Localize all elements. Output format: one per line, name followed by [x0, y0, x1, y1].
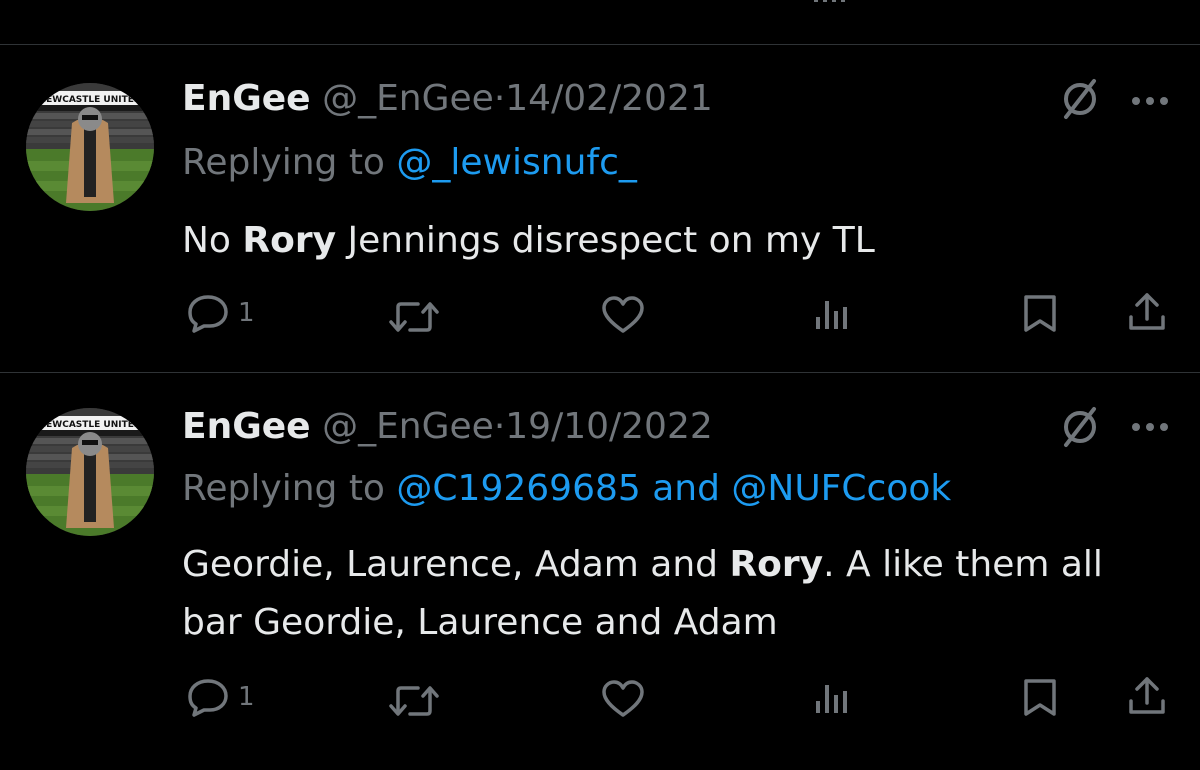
avatar-image: NEWCASTLE UNITED [26, 83, 154, 211]
avatar-image: NEWCASTLE UNITED [26, 408, 154, 536]
tweet-text: No Rory Jennings disrespect on my TL [182, 212, 1172, 270]
views-icon[interactable] [814, 681, 850, 715]
handle[interactable]: @_EnGee [322, 406, 494, 447]
share-icon[interactable] [1126, 291, 1168, 333]
replying-to: Replying to @_lewisnufc_ [182, 141, 637, 185]
tweet-header: EnGee @_EnGee·19/10/2022 [182, 405, 713, 449]
views-icon[interactable] [812, 0, 846, 4]
views-icon[interactable] [814, 297, 850, 331]
separator-dot: · [493, 406, 506, 447]
more-icon[interactable] [1130, 421, 1170, 433]
tweet-header: EnGee @_EnGee·14/02/2021 [182, 77, 713, 121]
reply-icon [188, 295, 228, 333]
retweet-icon[interactable] [388, 683, 440, 719]
reply-count: 1 [238, 682, 255, 712]
more-icon[interactable] [1130, 95, 1170, 107]
replying-to-label: Replying to [182, 142, 397, 183]
timestamp[interactable]: 14/02/2021 [505, 78, 713, 119]
avatar-label: NEWCASTLE UNITED [39, 420, 142, 430]
grok-icon[interactable] [1058, 405, 1102, 449]
tweet-text: Geordie, Laurence, Adam and Rory. A like… [182, 536, 1172, 652]
tweet[interactable]: NEWCASTLE UNITED EnGee @_EnGee·19/10/202… [0, 373, 1200, 770]
avatar[interactable]: NEWCASTLE UNITED [26, 408, 154, 536]
reply-icon [188, 679, 228, 717]
avatar[interactable]: NEWCASTLE UNITED [26, 83, 154, 211]
avatar-label: NEWCASTLE UNITED [39, 95, 142, 105]
reply-button[interactable]: 1 [186, 677, 255, 717]
tweet[interactable]: NEWCASTLE UNITED EnGee @_EnGee·14/02/202… [0, 45, 1200, 372]
timestamp[interactable]: 19/10/2022 [505, 406, 713, 447]
heart-icon[interactable] [600, 295, 646, 335]
replying-to: Replying to @C19269685 and @NUFCcook [182, 467, 951, 511]
tweet-text-highlight: Rory [242, 220, 337, 261]
mention-separator: and [640, 468, 732, 509]
reply-count: 1 [238, 298, 255, 328]
tweet-text-part: Jennings disrespect on my TL [336, 220, 875, 261]
mention-link[interactable]: @_lewisnufc_ [396, 142, 636, 183]
display-name[interactable]: EnGee [182, 78, 311, 119]
display-name[interactable]: EnGee [182, 406, 311, 447]
bookmark-icon[interactable] [1020, 293, 1060, 333]
retweet-icon[interactable] [388, 299, 440, 335]
share-icon[interactable] [1126, 675, 1168, 717]
grok-icon[interactable] [1058, 77, 1102, 121]
replying-to-label: Replying to [182, 468, 397, 509]
reply-button[interactable]: 1 [186, 293, 255, 333]
bookmark-icon[interactable] [1020, 677, 1060, 717]
tweet-text-part: No [182, 220, 243, 261]
separator-dot: · [493, 78, 506, 119]
mention-link[interactable]: @NUFCcook [731, 468, 951, 509]
tweet-text-part: Geordie, Laurence, Adam and [182, 544, 730, 585]
handle[interactable]: @_EnGee [322, 78, 494, 119]
heart-icon[interactable] [600, 679, 646, 719]
tweet-text-highlight: Rory [729, 544, 824, 585]
mention-link[interactable]: @C19269685 [396, 468, 640, 509]
